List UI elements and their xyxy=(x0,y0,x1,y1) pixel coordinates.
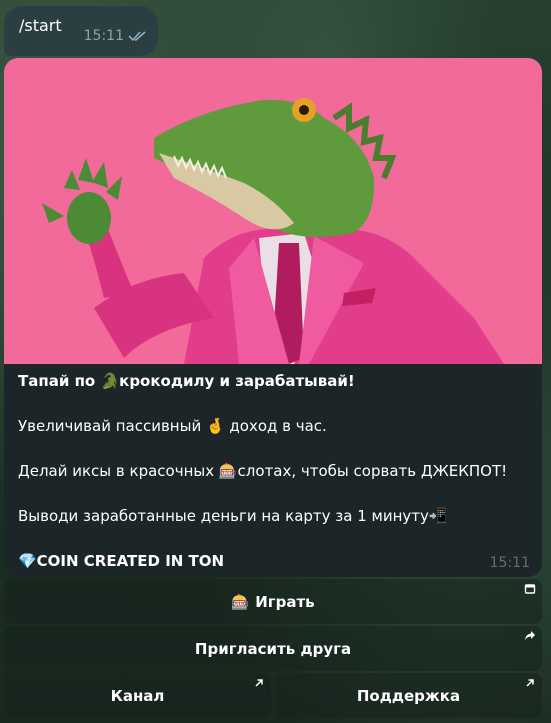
message-line-4: 💎COIN CREATED IN TON xyxy=(18,552,225,570)
crocodile-illustration xyxy=(42,98,504,364)
outgoing-meta: 15:11 xyxy=(84,28,148,44)
message-line-2: Делай иксы в красочных 🎰слотах, чтобы со… xyxy=(18,462,508,480)
support-button[interactable]: Поддержка xyxy=(275,673,542,718)
webapp-icon xyxy=(524,584,536,594)
message-text: Тапай по 🐊крокодилу и зарабатывай! Увели… xyxy=(18,370,528,572)
bot-message-card: Тапай по 🐊крокодилу и зарабатывай! Увели… xyxy=(4,58,542,577)
play-button[interactable]: 🎰 Играть xyxy=(4,579,542,624)
external-link-icon xyxy=(255,679,263,687)
double-check-icon xyxy=(128,31,146,42)
channel-label: Канал xyxy=(110,686,165,705)
outgoing-text: /start xyxy=(19,16,62,35)
external-link-icon xyxy=(526,679,534,687)
message-time: 15:11 xyxy=(489,555,530,571)
share-icon xyxy=(525,631,535,640)
invite-friend-button[interactable]: Пригласить друга xyxy=(4,626,542,671)
outgoing-message: /start 15:11 xyxy=(4,6,158,56)
message-headline: Тапай по 🐊крокодилу и зарабатывай! xyxy=(18,372,355,390)
outgoing-time: 15:11 xyxy=(83,28,124,44)
channel-button[interactable]: Канал xyxy=(4,673,271,718)
message-line-1: Увеличивай пассивный 🤞 доход в час. xyxy=(18,417,327,435)
invite-friend-label: Пригласить друга xyxy=(194,639,352,658)
play-button-label: 🎰 Играть xyxy=(231,592,315,611)
crocodile-photo[interactable] xyxy=(4,58,542,364)
message-line-3: Выводи заработанные деньги на карту за 1… xyxy=(18,507,448,525)
support-label: Поддержка xyxy=(356,686,461,705)
